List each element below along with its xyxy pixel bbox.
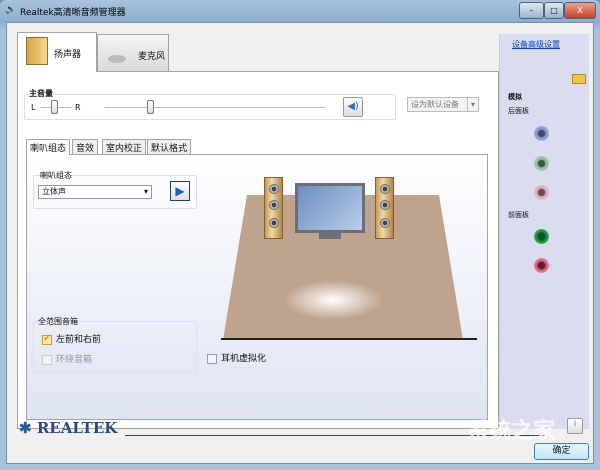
speaker-config-select[interactable]: 立体声 ▾ bbox=[38, 185, 152, 199]
close-button[interactable]: X bbox=[564, 2, 596, 19]
sub-tabs: 喇叭组态 音效 室内校正 默认格式 bbox=[26, 139, 326, 155]
full-range-group: 全范围音箱 ✓ 左前和右前 环绕音箱 bbox=[33, 317, 197, 373]
front-lr-checkbox[interactable]: ✓ 左前和右前 bbox=[42, 332, 101, 345]
speaker-config-group: 喇叭组态 立体声 ▾ ▶ bbox=[33, 171, 197, 209]
surround-checkbox[interactable]: 环绕音箱 bbox=[42, 352, 92, 365]
analog-label: 模拟 bbox=[508, 93, 522, 101]
right-panel: 设备高级设置 模拟 后面板 前面板 bbox=[499, 34, 589, 429]
right-label: R bbox=[75, 103, 81, 112]
set-default-label: 设为默认设备 bbox=[411, 100, 459, 109]
checkbox-icon bbox=[42, 354, 52, 365]
microphone-icon bbox=[108, 55, 126, 63]
brand-label: REALTEK bbox=[36, 419, 118, 437]
rear-panel-label: 后面板 bbox=[508, 107, 529, 115]
minimize-button[interactable]: – bbox=[519, 2, 544, 19]
tab-default-format[interactable]: 默认格式 bbox=[147, 139, 192, 154]
speaker-app-icon: 🔈 bbox=[5, 5, 17, 15]
surround-label: 环绕音箱 bbox=[56, 355, 93, 365]
set-default-device-dropdown[interactable]: 设为默认设备 ▾ bbox=[407, 97, 479, 112]
checkbox-checked-icon: ✓ bbox=[42, 332, 52, 345]
info-button[interactable]: i bbox=[567, 418, 583, 434]
headphone-virtualization-label: 耳机虚拟化 bbox=[221, 354, 267, 364]
ok-button[interactable]: 确定 bbox=[534, 443, 589, 460]
crab-logo-icon: ✱ bbox=[19, 419, 32, 437]
tab-room-correction[interactable]: 室内校正 bbox=[102, 139, 147, 154]
front-jack-green[interactable] bbox=[534, 229, 549, 244]
main-panel: 主音量 L R ◀) 设为默认设备 ▾ 喇叭组态 音效 室内校正 默认格式 喇叭… bbox=[17, 71, 499, 429]
tab-speaker-config[interactable]: 喇叭组态 bbox=[26, 139, 71, 155]
tab-effects[interactable]: 音效 bbox=[72, 139, 99, 154]
watermark: 系统之家 bbox=[467, 419, 556, 444]
floor-edge bbox=[221, 338, 477, 340]
front-lr-label: 左前和右前 bbox=[56, 335, 102, 345]
advanced-settings-link[interactable]: 设备高级设置 bbox=[512, 39, 560, 50]
tab-label: 扬声器 bbox=[54, 50, 82, 60]
balance-slider[interactable] bbox=[51, 100, 58, 114]
speaker-config-value: 立体声 bbox=[42, 187, 66, 196]
monitor-icon bbox=[295, 183, 365, 233]
maximize-button[interactable]: □ bbox=[544, 2, 564, 19]
speaker-config-label: 喇叭组态 bbox=[40, 171, 72, 180]
volume-slider[interactable] bbox=[147, 100, 154, 114]
realtek-logo: ✱ REALTEK bbox=[19, 419, 117, 437]
chevron-down-icon: ▾ bbox=[143, 187, 148, 196]
window: 🔈 Realtek高清晰音频管理器 – □ X 扬声器 麦克风 主音量 L R … bbox=[0, 0, 600, 470]
tab-label: 麦克风 bbox=[138, 52, 166, 62]
rear-jack-blue[interactable] bbox=[534, 126, 549, 141]
front-panel-label: 前面板 bbox=[508, 211, 529, 219]
checkbox-icon bbox=[207, 353, 217, 364]
right-speaker-icon[interactable] bbox=[375, 177, 394, 239]
front-jack-pink[interactable] bbox=[534, 258, 549, 273]
chevron-down-icon: ▾ bbox=[467, 98, 478, 111]
folder-icon[interactable] bbox=[572, 74, 586, 84]
speaker-config-panel: 喇叭组态 立体声 ▾ ▶ 耳机虚拟化 全范围音箱 ✓ 左前和右前 环绕音箱 bbox=[26, 154, 488, 420]
rear-jack-pink[interactable] bbox=[534, 185, 549, 200]
full-range-label: 全范围音箱 bbox=[38, 317, 78, 326]
tab-microphone[interactable]: 麦克风 bbox=[97, 34, 169, 72]
master-volume-group: 主音量 L R ◀) bbox=[24, 88, 396, 120]
headphone-virtualization-checkbox[interactable]: 耳机虚拟化 bbox=[207, 351, 266, 364]
mute-button[interactable]: ◀) bbox=[343, 97, 363, 117]
master-volume-label: 主音量 bbox=[29, 88, 53, 99]
left-speaker-icon[interactable] bbox=[264, 177, 283, 239]
play-test-button[interactable]: ▶ bbox=[170, 181, 190, 201]
window-title: Realtek高清晰音频管理器 bbox=[20, 8, 126, 18]
rear-jack-green[interactable] bbox=[534, 156, 549, 171]
client-area: 扬声器 麦克风 主音量 L R ◀) 设为默认设备 ▾ 喇叭组态 音效 室内校正… bbox=[6, 22, 594, 464]
speaker-icon bbox=[26, 37, 48, 65]
left-label: L bbox=[31, 103, 36, 112]
tab-speakers[interactable]: 扬声器 bbox=[17, 32, 97, 72]
